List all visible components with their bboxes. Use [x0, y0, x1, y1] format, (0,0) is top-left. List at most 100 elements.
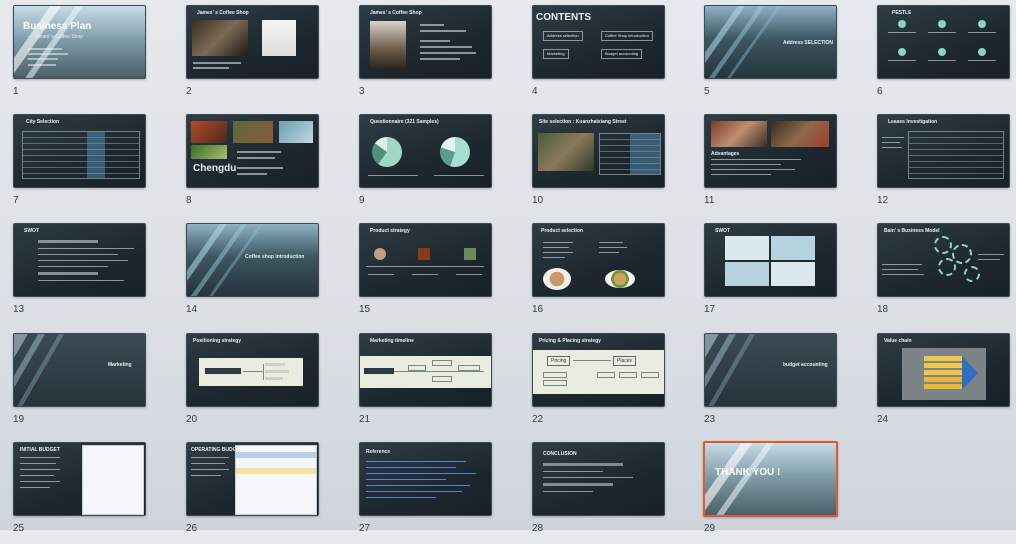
slide-title: THANK YOU !	[715, 467, 781, 478]
pie-chart-1	[372, 137, 402, 167]
coffee-shop-photo	[192, 20, 248, 56]
slide-cell: Advantages 11	[704, 114, 837, 216]
slide-title: SWOT	[715, 228, 730, 234]
product-photo	[418, 248, 430, 260]
slide-thumbnail-12[interactable]: Leases Investigation	[877, 114, 1010, 188]
slide-thumbnail-26[interactable]: OPERATING BUDGET	[186, 442, 319, 516]
value-chain-diagram	[902, 348, 986, 400]
slide-title: budget accounting	[783, 362, 828, 368]
slide-title: CONCLUSION	[543, 451, 577, 457]
slide-thumbnail-17[interactable]: SWOT	[704, 223, 837, 297]
panda-eating-photo	[191, 145, 227, 159]
slide-thumbnail-14[interactable]: Coffee shop introduction	[186, 223, 319, 297]
slide-thumbnail-4[interactable]: CONTENTS Address selection Coffee Shop i…	[532, 5, 665, 79]
slide-title: Pricing & Placing strategy	[539, 338, 601, 344]
slide-title: Leases Investigation	[888, 119, 938, 125]
slide-number: 29	[704, 523, 716, 534]
slide-number: 24	[877, 414, 889, 425]
slide-title: Product selection	[541, 228, 583, 234]
slide-number: 23	[704, 414, 716, 425]
slide-thumbnail-16[interactable]: Product selection	[532, 223, 665, 297]
city-photo	[233, 121, 273, 143]
slide-thumbnail-5[interactable]: Address SELECTION	[704, 5, 837, 79]
swot-quadrant	[725, 236, 769, 260]
slide-title: SWOT	[24, 228, 39, 234]
slide-title: Address SELECTION	[783, 40, 834, 46]
product-photo	[464, 248, 476, 260]
slide-thumbnail-9[interactable]: Questionnaire (321 Samples)	[359, 114, 492, 188]
slide-thumbnail-7[interactable]: City Selection	[13, 114, 146, 188]
slide-number: 4	[532, 86, 538, 97]
slide-cell: Address SELECTION 5	[704, 5, 837, 107]
slide-thumbnail-28[interactable]: CONCLUSION	[532, 442, 665, 516]
slide-thumbnail-11[interactable]: Advantages	[704, 114, 837, 188]
slide-thumbnail-25[interactable]: INITIAL BUDGET	[13, 442, 146, 516]
timeline-diagram	[360, 356, 491, 388]
street-photo	[538, 133, 594, 171]
slide-cell: James’ s Coffee Shop 3	[359, 5, 492, 107]
slide-thumbnail-10[interactable]: Site selection : Kuanzhaixiang Street	[532, 114, 665, 188]
slide-thumbnail-3[interactable]: James’ s Coffee Shop	[359, 5, 492, 79]
slide-thumbnail-15[interactable]: Product strategy	[359, 223, 492, 297]
slide-thumbnail-27[interactable]: Reference	[359, 442, 492, 516]
swot-quadrant	[771, 262, 815, 286]
slide-thumbnail-22[interactable]: Pricing & Placing strategy Pricing Place…	[532, 333, 665, 407]
slide-cell: Positioning strategy 20	[186, 333, 319, 435]
slide-number: 26	[186, 523, 198, 534]
coffee-cup-photo	[262, 20, 296, 56]
section-background	[187, 224, 318, 296]
slide-cell: CONTENTS Address selection Coffee Shop i…	[532, 5, 665, 107]
slide-number: 8	[186, 195, 192, 206]
city-table	[22, 131, 140, 179]
slide-thumbnail-13[interactable]: SWOT	[13, 223, 146, 297]
slide-cell: Marketing 19	[13, 333, 146, 435]
slide-sorter-grid: Business Plan — James’ s Coffee Shop 1 J…	[0, 0, 1016, 534]
slide-cell: Chengdu 8	[186, 114, 319, 216]
slide-cell: Leases Investigation 12	[877, 114, 1010, 216]
slide-number: 28	[532, 523, 544, 534]
swot-quadrant	[725, 262, 769, 286]
slide-cell: INITIAL BUDGET 25	[13, 442, 146, 544]
slide-title: PESTLE	[892, 10, 912, 16]
slide-cell: Product strategy 15	[359, 223, 492, 325]
cover-background	[14, 6, 145, 78]
slide-title: INITIAL BUDGET	[20, 447, 60, 453]
slide-title: James’ s Coffee Shop	[197, 10, 249, 16]
latte-photo	[543, 268, 571, 290]
slide-subtitle: — James’ s Coffee Shop	[28, 34, 84, 40]
slide-number: 6	[877, 86, 883, 97]
slide-thumbnail-2[interactable]: James’ s Coffee Shop	[186, 5, 319, 79]
slide-number: 15	[359, 304, 371, 315]
slide-number: 16	[532, 304, 544, 315]
slide-thumbnail-18[interactable]: Bain’ s Business Model	[877, 223, 1010, 297]
slide-thumbnail-8[interactable]: Chengdu	[186, 114, 319, 188]
slide-number: 27	[359, 523, 371, 534]
slide-cell: THANK YOU ! 29	[703, 441, 838, 544]
slide-thumbnail-20[interactable]: Positioning strategy	[186, 333, 319, 407]
slide-thumbnail-1[interactable]: Business Plan — James’ s Coffee Shop	[13, 5, 146, 79]
slide-number: 12	[877, 195, 889, 206]
slide-cell: James’ s Coffee Shop 2	[186, 5, 319, 107]
slide-cell: Marketing timeline 21	[359, 333, 492, 435]
slide-thumbnail-23[interactable]: budget accounting	[704, 333, 837, 407]
slide-number: 2	[186, 86, 192, 97]
slide-title: Site selection : Kuanzhaixiang Street	[539, 119, 627, 125]
site-table	[599, 133, 661, 175]
slide-cell: Bain’ s Business Model 18	[877, 223, 1010, 325]
pie-chart-2	[440, 137, 470, 167]
slide-cell: Pricing & Placing strategy Pricing Place…	[532, 333, 665, 435]
product-photo	[374, 248, 386, 260]
slide-thumbnail-29[interactable]: THANK YOU !	[703, 441, 838, 517]
slide-thumbnail-19[interactable]: Marketing	[13, 333, 146, 407]
gear-icon	[934, 236, 952, 254]
slide-title: Reference	[366, 449, 391, 455]
slide-cell: Business Plan — James’ s Coffee Shop 1	[13, 5, 146, 107]
slide-thumbnail-6[interactable]: PESTLE	[877, 5, 1010, 79]
slide-thumbnail-24[interactable]: Value chain	[877, 333, 1010, 407]
panda-photo	[191, 121, 227, 143]
slide-cell: PESTLE 6	[877, 5, 1010, 107]
places-box: Places	[613, 356, 637, 366]
slide-title: Marketing timeline	[370, 338, 414, 344]
slide-thumbnail-21[interactable]: Marketing timeline	[359, 333, 492, 407]
food-plate-photo	[605, 270, 635, 288]
